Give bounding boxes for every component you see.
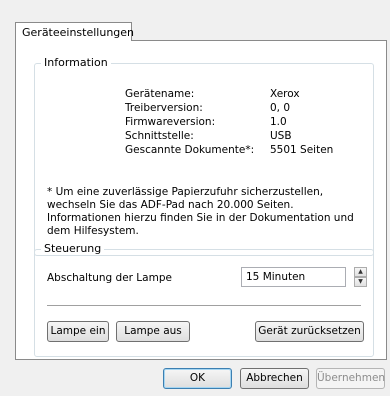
apply-button[interactable]: Übernehmen <box>316 368 385 389</box>
information-group: Information Gerätename: Xerox Treiberver… <box>34 56 374 256</box>
control-title: Steuerung <box>41 242 105 255</box>
lamp-shutoff-field[interactable]: 15 Minuten <box>241 267 346 287</box>
scanned-documents-value: 5501 Seiten <box>270 144 334 156</box>
settings-panel: Information Gerätename: Xerox Treiberver… <box>15 40 387 360</box>
interface-label: Schnittstelle: <box>125 130 194 142</box>
lamp-on-button[interactable]: Lampe ein <box>47 321 109 342</box>
lamp-shutoff-label: Abschaltung der Lampe <box>47 272 172 284</box>
spin-up-icon[interactable]: ▲ <box>354 267 367 277</box>
device-settings-dialog: Geräteeinstellungen Information Gerätena… <box>0 0 390 396</box>
cancel-button[interactable]: Abbrechen <box>240 368 309 389</box>
device-name-label: Gerätename: <box>125 88 195 100</box>
reset-device-button[interactable]: Gerät zurücksetzen <box>255 321 364 342</box>
ok-button[interactable]: OK <box>163 368 232 389</box>
divider <box>47 305 361 306</box>
tab-label: Geräteeinstellungen <box>22 26 135 39</box>
firmware-version-value: 1.0 <box>270 116 287 128</box>
lamp-off-button[interactable]: Lampe aus <box>116 321 190 342</box>
interface-value: USB <box>270 130 292 142</box>
spin-down-icon[interactable]: ▼ <box>354 277 367 287</box>
adf-pad-note: * Um eine zuverlässige Papierzufuhr sich… <box>47 186 354 237</box>
scanned-documents-label: Gescannte Dokumente*: <box>125 144 255 156</box>
firmware-version-label: Firmwareversion: <box>125 116 216 128</box>
lamp-shutoff-spinner: ▲ ▼ <box>354 267 367 287</box>
control-group: Steuerung Abschaltung der Lampe 15 Minut… <box>34 242 374 357</box>
tab-device-settings[interactable]: Geräteeinstellungen <box>15 22 135 41</box>
driver-version-label: Treiberversion: <box>125 102 203 114</box>
driver-version-value: 0, 0 <box>270 102 291 114</box>
device-name-value: Xerox <box>270 88 300 100</box>
information-title: Information <box>41 56 111 69</box>
